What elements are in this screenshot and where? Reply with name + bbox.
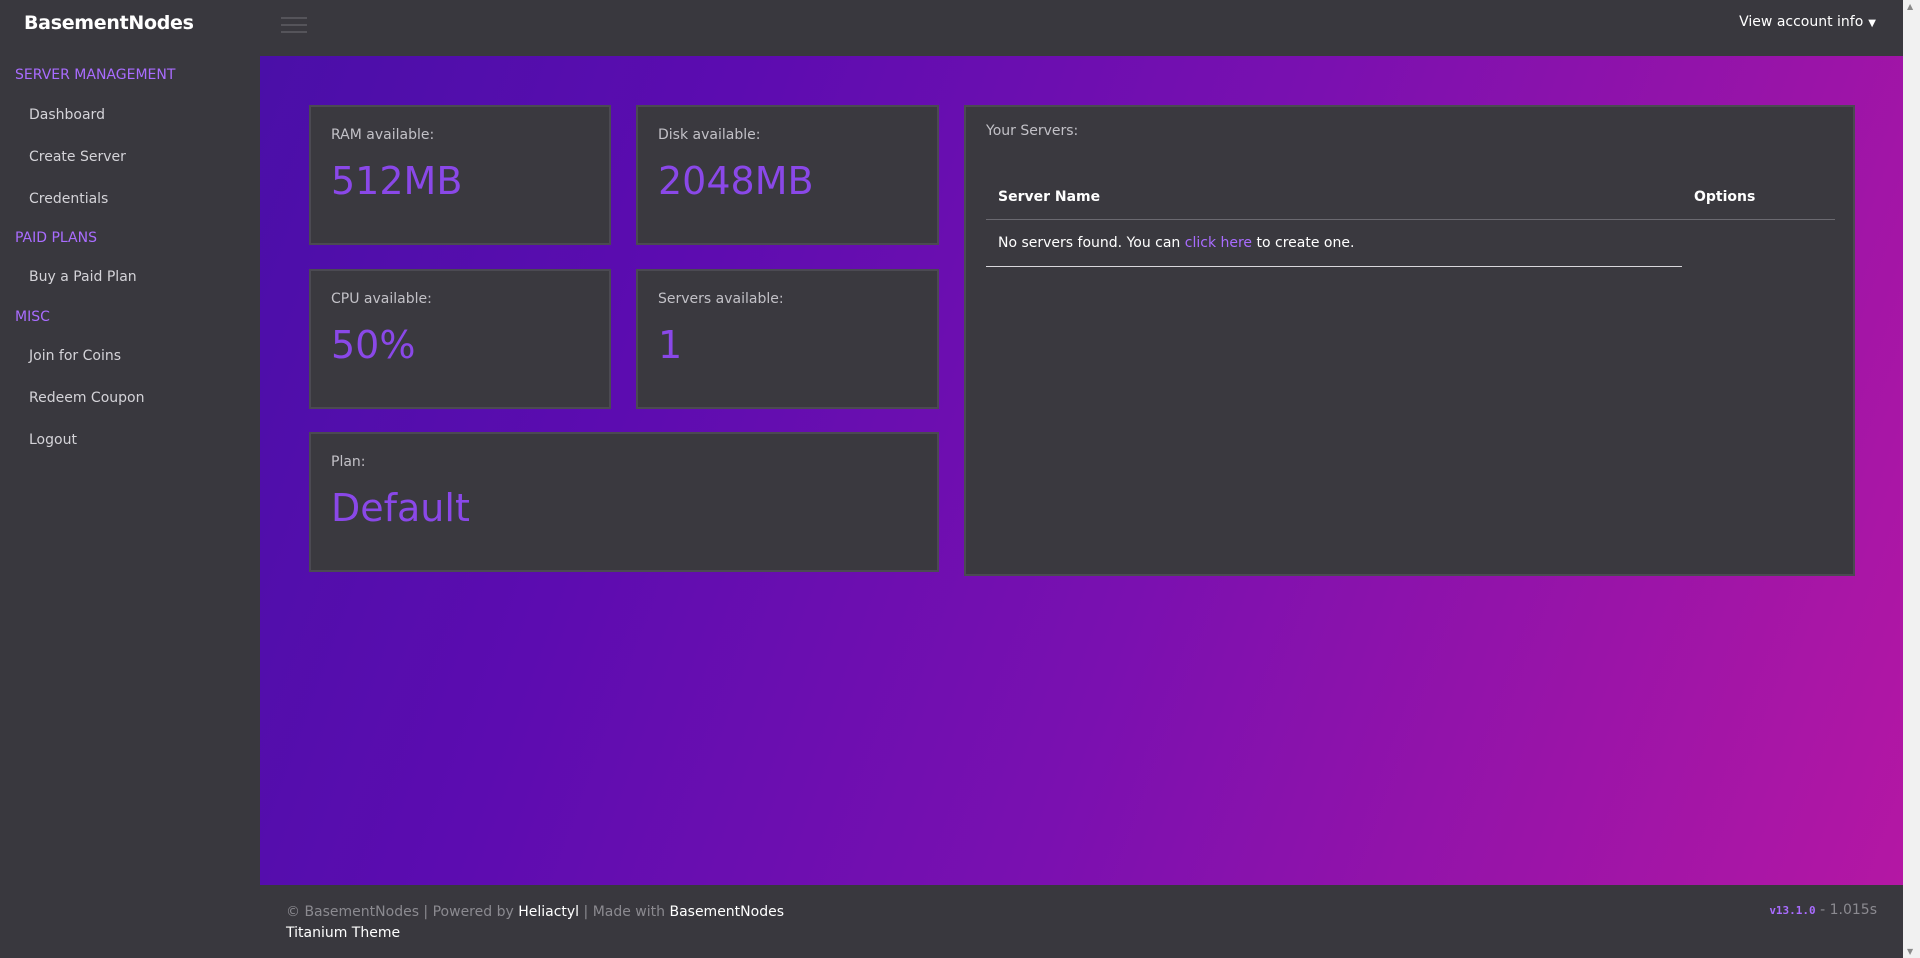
servers-available-card: Servers available: 1	[636, 269, 939, 409]
hamburger-line	[281, 24, 307, 26]
sidebar-section-misc: MISC	[15, 309, 50, 325]
sidebar-item-redeem-coupon[interactable]: Redeem Coupon	[29, 390, 144, 406]
column-server-name: Server Name	[998, 189, 1101, 205]
account-menu-label: View account info	[1739, 14, 1864, 30]
create-server-link[interactable]: click here	[1185, 235, 1252, 251]
version-number: v13.1.0	[1769, 904, 1816, 917]
cpu-card: CPU available: 50%	[309, 269, 611, 409]
footer-credits: © BasementNodes | Powered by Heliactyl |…	[286, 902, 784, 944]
sidebar-item-logout[interactable]: Logout	[29, 432, 77, 448]
page-scrollbar[interactable]: ▲ ▼	[1903, 0, 1920, 958]
sidebar-item-create-server[interactable]: Create Server	[29, 149, 126, 165]
cpu-label: CPU available:	[331, 291, 432, 307]
menu-toggle-icon[interactable]	[281, 15, 307, 35]
plan-label: Plan:	[331, 454, 366, 470]
footer: © BasementNodes | Powered by Heliactyl |…	[260, 885, 1903, 958]
main-content: RAM available: 512MB Disk available: 204…	[260, 56, 1903, 885]
brand-logo[interactable]: BasementNodes	[24, 12, 194, 34]
account-menu-button[interactable]: View account info ▼	[1739, 14, 1876, 30]
ram-card: RAM available: 512MB	[309, 105, 611, 245]
sidebar-item-buy-paid-plan[interactable]: Buy a Paid Plan	[29, 269, 137, 285]
chevron-down-icon: ▼	[1868, 18, 1876, 29]
disk-value: 2048MB	[658, 159, 814, 203]
footer-made-with-text: | Made with	[579, 904, 670, 920]
sidebar-item-join-for-coins[interactable]: Join for Coins	[29, 348, 121, 364]
sidebar-section-server-management: SERVER MANAGEMENT	[15, 67, 176, 83]
topbar	[260, 0, 1903, 56]
ram-value: 512MB	[331, 159, 463, 203]
column-options: Options	[1694, 189, 1756, 205]
cpu-value: 50%	[331, 323, 416, 367]
empty-message-prefix: No servers found. You can	[998, 235, 1185, 251]
hamburger-line	[281, 31, 307, 33]
heliactyl-link[interactable]: Heliactyl	[518, 904, 579, 920]
disk-label: Disk available:	[658, 127, 761, 143]
plan-card: Plan: Default	[309, 432, 939, 572]
table-header-divider	[986, 219, 1835, 220]
footer-version: v13.1.0 - 1.015s	[1769, 902, 1877, 918]
servers-panel: Your Servers: Server Name Options No ser…	[964, 105, 1855, 576]
servers-available-label: Servers available:	[658, 291, 784, 307]
footer-copyright: © BasementNodes | Powered by	[286, 904, 519, 920]
scroll-down-arrow-icon[interactable]: ▼	[1907, 947, 1913, 956]
theme-name: Titanium Theme	[286, 925, 401, 941]
empty-servers-message: No servers found. You can click here to …	[998, 235, 1354, 251]
disk-card: Disk available: 2048MB	[636, 105, 939, 245]
basementnodes-link[interactable]: BasementNodes	[669, 904, 784, 920]
ram-label: RAM available:	[331, 127, 435, 143]
sidebar-item-credentials[interactable]: Credentials	[29, 191, 108, 207]
load-time: - 1.015s	[1815, 902, 1877, 918]
sidebar: BasementNodes SERVER MANAGEMENT Dashboar…	[0, 0, 260, 958]
plan-value: Default	[331, 486, 470, 530]
servers-available-value: 1	[658, 323, 683, 367]
scroll-up-arrow-icon[interactable]: ▲	[1907, 2, 1913, 11]
empty-message-suffix: to create one.	[1252, 235, 1355, 251]
hamburger-line	[281, 17, 307, 19]
table-row-divider	[986, 266, 1682, 267]
servers-panel-title: Your Servers:	[986, 123, 1079, 139]
sidebar-section-paid-plans: PAID PLANS	[15, 230, 97, 246]
sidebar-item-dashboard[interactable]: Dashboard	[29, 107, 105, 123]
